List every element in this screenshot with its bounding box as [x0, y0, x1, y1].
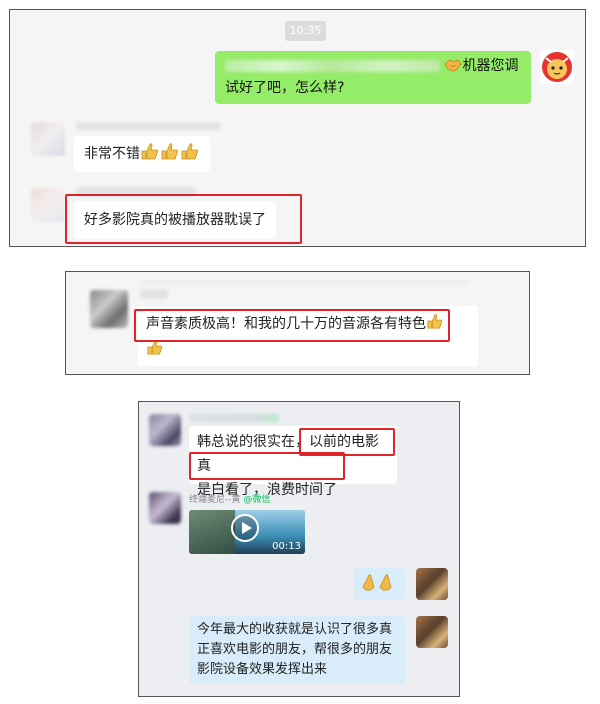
self-avatar[interactable]: [416, 616, 448, 648]
outgoing-reply-bubble[interactable]: 今年最大的收获就是认识了很多真 正喜欢电影的朋友，帮很多的朋友 影院设备效果发挥…: [189, 616, 405, 684]
handshake-emoji-icon: [444, 57, 463, 80]
contact-avatar[interactable]: [31, 188, 65, 222]
cartoon-avatar-icon: [542, 52, 572, 82]
sender-name: 终端麦尼--黄: [189, 495, 241, 505]
contact-avatar[interactable]: [31, 122, 65, 156]
chat-screenshot-1: 10:35 机器您调 试好了吧，怎么样? 非常不错 好多影院真的被播放器耽误了: [9, 9, 586, 247]
reply-line1: 今年最大的收获就是认识了很多真: [197, 622, 393, 637]
blurred-name-line: [140, 280, 470, 284]
outgoing-emoji-bubble[interactable]: [353, 568, 405, 600]
clap-emoji-icon: [361, 574, 397, 596]
reply-line3: 影院设备效果发挥出来: [197, 662, 328, 677]
play-icon[interactable]: [231, 514, 259, 542]
highlight-box: [189, 452, 345, 480]
blurred-contact-name: [140, 289, 168, 299]
reply-bubble-1[interactable]: 非常不错: [74, 136, 210, 172]
blurred-contact-name: [189, 414, 279, 422]
sender-name-line: 终端麦尼--黄 @微信: [189, 492, 270, 505]
video-message[interactable]: 00:13: [189, 510, 305, 554]
reply-line2: 正喜欢电影的朋友，帮很多的朋友: [197, 642, 393, 657]
sender-avatar[interactable]: [540, 50, 574, 84]
chat-screenshot-2: 声音素质极高！和我的几十万的音源各有特色: [65, 271, 530, 375]
reply-1-text: 非常不错: [84, 146, 140, 162]
self-avatar[interactable]: [416, 568, 448, 600]
chat-screenshot-3: 韩总说的很实在，以前的电影真 是白看了，浪费时间了 终端麦尼--黄 @微信 00…: [138, 401, 460, 697]
highlight-box: [134, 309, 450, 342]
highlight-box: [65, 194, 302, 244]
blurred-contact-name: [76, 122, 221, 130]
outgoing-line2-text: 试好了吧，怎么样?: [225, 80, 345, 96]
outgoing-line1-text: 机器您调: [462, 58, 519, 74]
wechat-source-label: @微信: [243, 495, 271, 505]
blurred-text: [225, 60, 440, 72]
thumbs-up-emoji-icon: [140, 142, 200, 168]
video-duration: 00:13: [272, 541, 301, 552]
outgoing-message-bubble[interactable]: 机器您调 试好了吧，怎么样?: [215, 51, 531, 104]
contact-avatar[interactable]: [149, 492, 181, 524]
timestamp-chip: 10:35: [285, 21, 326, 41]
contact-avatar[interactable]: [149, 414, 181, 446]
contact-avatar[interactable]: [90, 290, 128, 328]
